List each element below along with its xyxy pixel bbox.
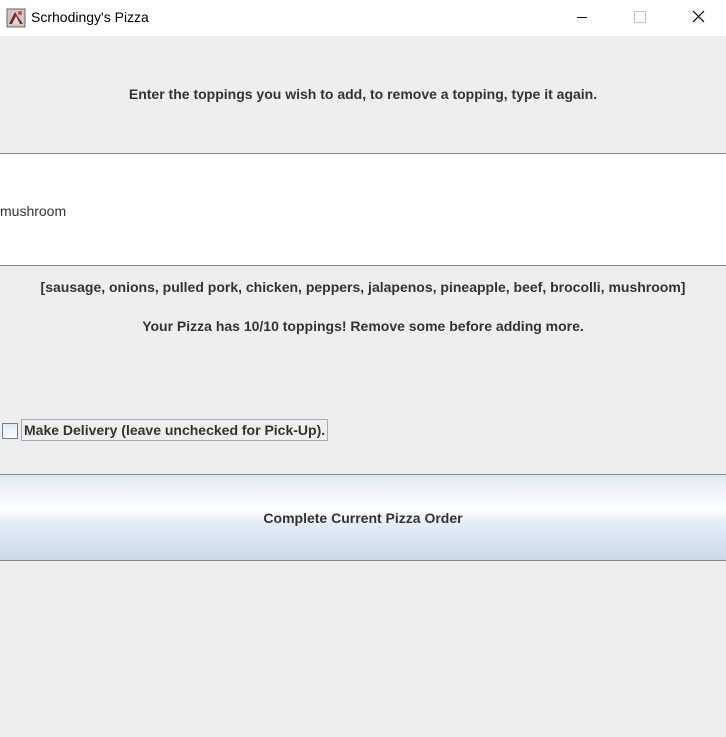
status-message: Your Pizza has 10/10 toppings! Remove so… (142, 318, 584, 334)
title-bar: Scrhodingy's Pizza (0, 0, 726, 36)
toppings-list-label: [sausage, onions, pulled pork, chicken, … (40, 279, 686, 295)
minimize-icon (577, 17, 587, 18)
topping-input-value: mushroom (0, 203, 67, 219)
window-title: Scrhodingy's Pizza (31, 9, 149, 25)
delivery-checkbox-label[interactable]: Make Delivery (leave unchecked for Pick-… (21, 419, 329, 441)
maximize-icon (634, 11, 646, 23)
app-window: Scrhodingy's Pizza Enter the toppings yo… (0, 0, 726, 737)
close-icon (692, 10, 705, 23)
java-app-icon (6, 8, 26, 28)
maximize-button[interactable] (611, 0, 669, 36)
close-button[interactable] (669, 0, 726, 36)
complete-order-button[interactable]: Complete Current Pizza Order (0, 474, 726, 561)
topping-input[interactable]: mushroom (0, 153, 726, 266)
instruction-label: Enter the toppings you wish to add, to r… (128, 86, 598, 102)
minimize-button[interactable] (553, 0, 611, 36)
delivery-checkbox[interactable] (2, 423, 18, 439)
